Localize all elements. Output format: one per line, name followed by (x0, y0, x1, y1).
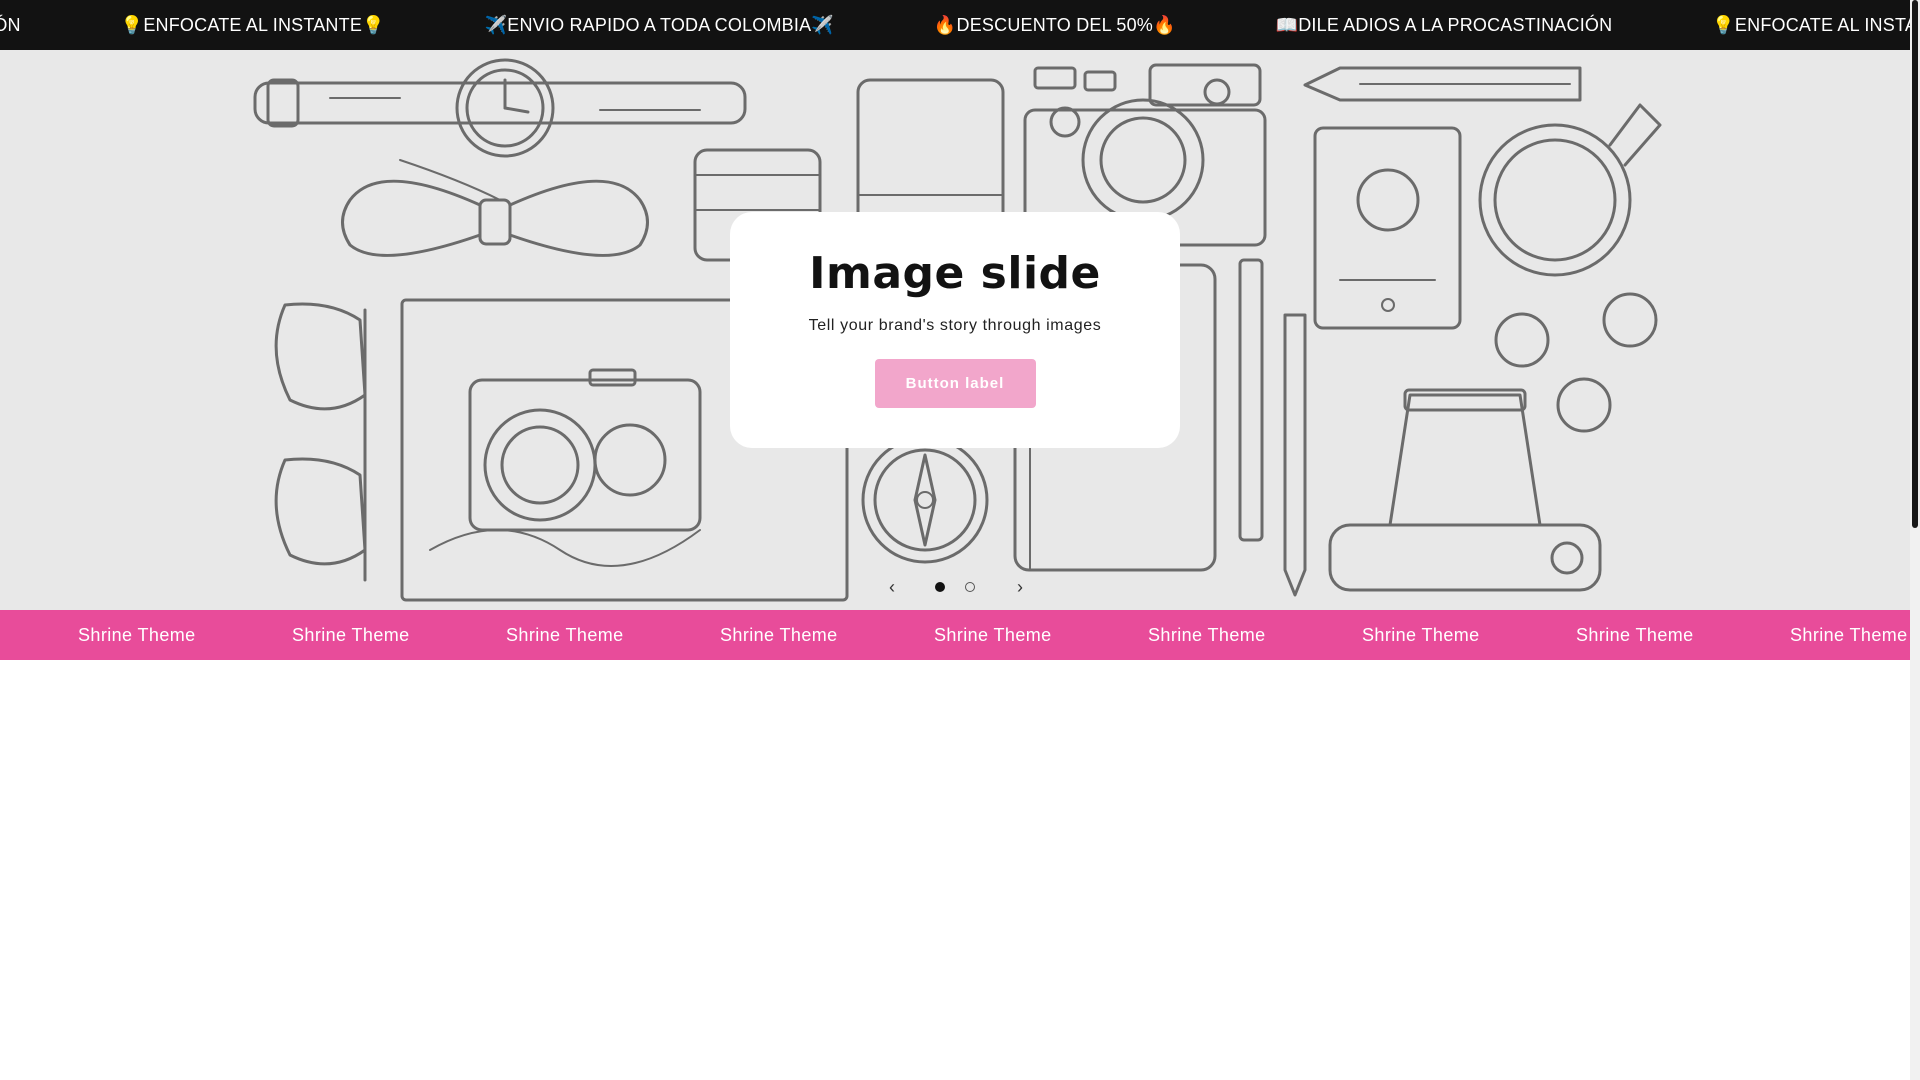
page-scrollbar[interactable] (1910, 0, 1920, 1080)
scrolling-text-item: Shrine Theme (720, 624, 838, 645)
announcement-item: 📖DILE ADIOS A LA PROCASTINACIÓN (1275, 14, 1613, 35)
scrolling-text-item: Shrine Theme (1576, 624, 1694, 645)
chevron-left-icon: ‹ (889, 577, 895, 597)
slide-prev-button[interactable]: ‹ (882, 578, 902, 598)
slide-next-button[interactable]: › (1010, 578, 1030, 598)
camera-illustration (468, 368, 702, 532)
bowtie-illustration (341, 159, 649, 257)
scrolling-text-item: Shrine Theme (506, 624, 624, 645)
announcement-item: 💡ENFOCATE AL INSTANTE💡 (1712, 14, 1910, 35)
scrolling-text-item: Shrine Theme (934, 624, 1052, 645)
scrolling-text-item: Shrine Theme (78, 624, 196, 645)
slide-dot-1[interactable] (935, 582, 945, 592)
announcement-item: 🔥DESCUENTO DEL 50%🔥 (933, 14, 1176, 35)
announcement-item: 💡ENFOCATE AL INSTANTE💡 (120, 14, 385, 35)
chevron-right-icon: › (1017, 577, 1023, 597)
announcement-bar: 📖DILE ADIOS A LA PROCASTINACIÓN 💡ENFOCAT… (0, 0, 1910, 50)
vintage-camera-illustration (1328, 388, 1602, 592)
sunglasses-illustration (274, 302, 367, 582)
scrolling-text-item: Shrine Theme (1148, 624, 1266, 645)
slideshow: Image slide Tell your brand's story thro… (0, 50, 1910, 610)
announcement-marquee: 📖DILE ADIOS A LA PROCASTINACIÓN 💡ENFOCAT… (0, 0, 1910, 50)
announcement-item: ✈️ENVIO RAPIDO A TODA COLOMBIA✈️ (484, 14, 834, 35)
slide-title: Image slide (809, 248, 1101, 299)
slide-content-card: Image slide Tell your brand's story thro… (730, 212, 1180, 448)
watch-illustration (253, 58, 747, 158)
announcement-item: 📖DILE ADIOS A LA PROCASTINACIÓN (0, 14, 21, 35)
pencil-illustration (1303, 66, 1582, 102)
scrolling-text-item: Shrine Theme (1790, 624, 1908, 645)
passport-illustration (1313, 126, 1462, 330)
slide-dot-2[interactable] (965, 582, 975, 592)
scrolling-text-item: Shrine Theme (292, 624, 410, 645)
mug-illustration (1478, 103, 1662, 277)
scrolling-text-bar: Shrine Theme Shrine Theme Shrine Theme S… (0, 610, 1910, 660)
scrolling-text-item: Shrine Theme (1362, 624, 1480, 645)
scrolling-text-track: Shrine Theme Shrine Theme Shrine Theme S… (78, 610, 1910, 660)
slide-text: Tell your brand's story through images (808, 317, 1102, 334)
slide-cta-button[interactable]: Button label (874, 359, 1036, 408)
compass-illustration (861, 436, 989, 564)
scrollbar-thumb[interactable] (1912, 0, 1918, 528)
pen-illustration (1238, 258, 1307, 597)
